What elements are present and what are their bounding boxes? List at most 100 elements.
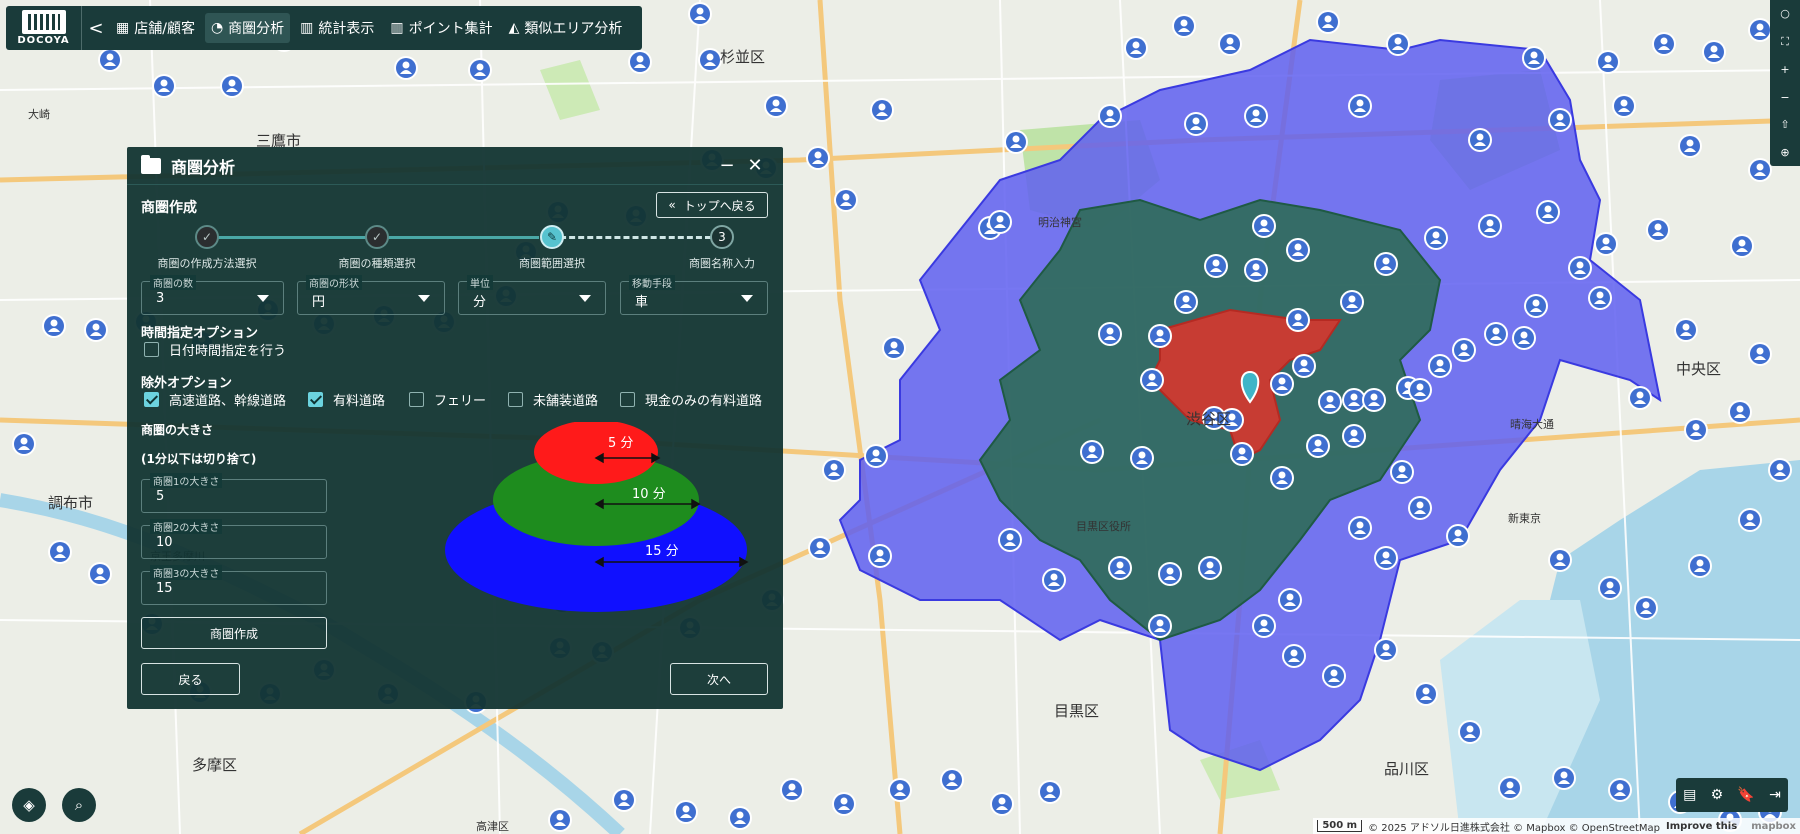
customer-person-icon[interactable]: [88, 562, 112, 586]
customer-person-icon[interactable]: [1172, 14, 1196, 38]
locate-icon[interactable]: ⊕: [1780, 146, 1789, 159]
customer-person-icon[interactable]: [764, 94, 788, 118]
area-shape-select[interactable]: 商圏の形状円: [297, 275, 445, 315]
customer-person-icon[interactable]: [1348, 94, 1372, 118]
collapse-icon[interactable]: <: [82, 18, 110, 39]
minimize-icon[interactable]: −: [713, 155, 741, 176]
customer-person-icon[interactable]: [220, 74, 244, 98]
exclude-ferry-checkbox[interactable]: フェリー: [409, 390, 486, 409]
customer-person-icon[interactable]: [1458, 720, 1482, 744]
customer-person-icon[interactable]: [822, 458, 846, 482]
customer-person-icon[interactable]: [1452, 338, 1476, 362]
customer-person-icon[interactable]: [882, 336, 906, 360]
customer-person-icon[interactable]: [1738, 508, 1762, 532]
customer-person-icon[interactable]: [628, 50, 652, 74]
customer-person-icon[interactable]: [1408, 378, 1432, 402]
customer-person-icon[interactable]: [1768, 458, 1792, 482]
fullscreen-icon[interactable]: ⛶: [1781, 35, 1789, 49]
customer-person-icon[interactable]: [998, 528, 1022, 552]
customer-person-icon[interactable]: [1098, 322, 1122, 346]
customer-person-icon[interactable]: [1536, 200, 1560, 224]
gear-icon[interactable]: ⚙: [1711, 787, 1724, 803]
search-icon[interactable]: ⌕: [62, 788, 96, 822]
customer-person-icon[interactable]: [988, 210, 1012, 234]
customer-person-icon[interactable]: [1318, 390, 1342, 414]
customer-person-icon[interactable]: [1548, 108, 1572, 132]
dialog-header[interactable]: 商圏分析 − ✕: [127, 147, 783, 185]
customer-person-icon[interactable]: [468, 58, 492, 82]
customer-person-icon[interactable]: [1340, 290, 1364, 314]
customer-person-icon[interactable]: [1348, 516, 1372, 540]
zoom-in-icon[interactable]: +: [1780, 63, 1789, 76]
nav-statistics[interactable]: ▥ 統計表示: [294, 13, 380, 43]
logout-icon[interactable]: ⇥: [1769, 787, 1781, 803]
customer-person-icon[interactable]: [48, 540, 72, 564]
close-icon[interactable]: ✕: [741, 155, 769, 176]
customer-person-icon[interactable]: [1748, 18, 1772, 42]
customer-person-icon[interactable]: [1306, 434, 1330, 458]
customer-person-icon[interactable]: [1282, 644, 1306, 668]
customer-person-icon[interactable]: [1548, 548, 1572, 572]
customer-person-icon[interactable]: [728, 806, 752, 830]
customer-person-icon[interactable]: [780, 778, 804, 802]
customer-person-icon[interactable]: [1158, 562, 1182, 586]
customer-person-icon[interactable]: [888, 778, 912, 802]
area1-size-input[interactable]: 商圏1の大きさ 5: [141, 473, 327, 513]
customer-person-icon[interactable]: [1424, 226, 1448, 250]
customer-person-icon[interactable]: [1184, 112, 1208, 136]
customer-person-icon[interactable]: [674, 800, 698, 824]
exclude-cash-toll-checkbox[interactable]: 現金のみの有料道路: [620, 390, 762, 409]
customer-person-icon[interactable]: [1252, 214, 1276, 238]
customer-person-icon[interactable]: [1204, 254, 1228, 278]
customer-person-icon[interactable]: [98, 48, 122, 72]
print-icon[interactable]: ▤: [1683, 787, 1696, 803]
customer-person-icon[interactable]: [1588, 286, 1612, 310]
customer-person-icon[interactable]: [1728, 400, 1752, 424]
customer-person-icon[interactable]: [1634, 596, 1658, 620]
customer-person-icon[interactable]: [1108, 556, 1132, 580]
customer-person-icon[interactable]: [1374, 546, 1398, 570]
exclude-highway-checkbox[interactable]: 高速道路、幹線道路: [144, 390, 286, 409]
customer-person-icon[interactable]: [1446, 524, 1470, 548]
nav-similar-area[interactable]: ◭ 類似エリア分析: [503, 13, 629, 43]
customer-person-icon[interactable]: [698, 48, 722, 72]
back-button[interactable]: 戻る: [141, 663, 240, 695]
next-button[interactable]: 次へ: [670, 663, 768, 695]
customer-person-icon[interactable]: [1568, 256, 1592, 280]
unit-select[interactable]: 単位分: [458, 275, 606, 315]
customer-person-icon[interactable]: [1292, 354, 1316, 378]
nav-store-customer[interactable]: ▦ 店舗/顧客: [110, 13, 201, 43]
create-area-button[interactable]: 商圏作成: [141, 617, 327, 649]
customer-person-icon[interactable]: [1148, 614, 1172, 638]
area2-size-input[interactable]: 商圏2の大きさ 10: [141, 519, 327, 559]
customer-person-icon[interactable]: [1628, 386, 1652, 410]
docoya-logo[interactable]: DOCOYA: [6, 6, 82, 50]
area3-size-input[interactable]: 商圏3の大きさ 15: [141, 565, 327, 605]
customer-person-icon[interactable]: [1498, 776, 1522, 800]
customer-person-icon[interactable]: [1524, 294, 1548, 318]
customer-person-icon[interactable]: [394, 56, 418, 80]
customer-person-icon[interactable]: [12, 432, 36, 456]
customer-person-icon[interactable]: [1038, 780, 1062, 804]
customer-person-icon[interactable]: [1612, 94, 1636, 118]
customer-person-icon[interactable]: [1478, 214, 1502, 238]
customer-person-icon[interactable]: [1004, 130, 1028, 154]
area-count-select[interactable]: 商圏の数 3: [141, 275, 284, 315]
customer-person-icon[interactable]: [1374, 638, 1398, 662]
customer-person-icon[interactable]: [990, 792, 1014, 816]
customer-person-icon[interactable]: [1252, 614, 1276, 638]
customer-person-icon[interactable]: [548, 808, 572, 832]
customer-person-icon[interactable]: [1652, 32, 1676, 56]
customer-person-icon[interactable]: [1286, 308, 1310, 332]
customer-person-icon[interactable]: [1596, 50, 1620, 74]
customer-person-icon[interactable]: [1730, 234, 1754, 258]
customer-person-icon[interactable]: [870, 98, 894, 122]
customer-person-icon[interactable]: [1080, 440, 1104, 464]
layers-icon[interactable]: ◈: [12, 788, 46, 822]
customer-person-icon[interactable]: [1342, 424, 1366, 448]
customer-person-icon[interactable]: [1598, 576, 1622, 600]
customer-person-icon[interactable]: [1414, 682, 1438, 706]
customer-person-icon[interactable]: [806, 146, 830, 170]
customer-person-icon[interactable]: [1130, 446, 1154, 470]
customer-person-icon[interactable]: [688, 2, 712, 26]
